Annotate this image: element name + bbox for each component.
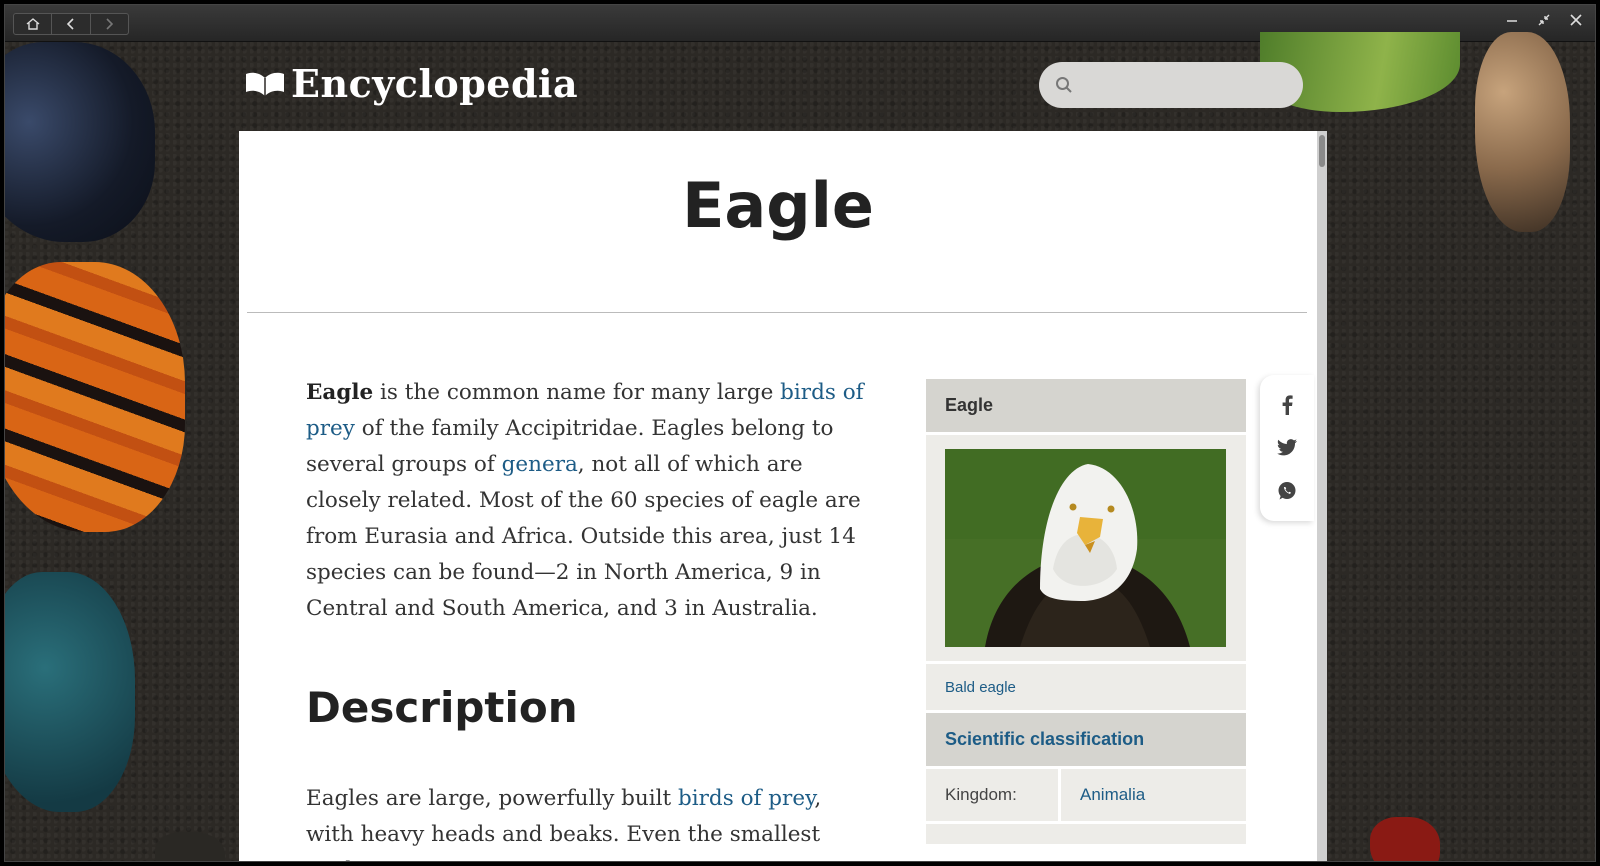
- back-button[interactable]: [52, 14, 91, 34]
- minimize-button[interactable]: [1505, 13, 1519, 31]
- share-whatsapp-button[interactable]: [1275, 479, 1299, 503]
- search-box[interactable]: [1039, 62, 1303, 108]
- lead-bold-term: Eagle: [306, 380, 374, 405]
- puzzle-piece-red: [1370, 817, 1440, 861]
- home-icon: [26, 18, 40, 30]
- infobox-image[interactable]: [945, 449, 1226, 647]
- bald-eagle-image: [945, 449, 1226, 647]
- lead-text-3: , not all of which are closely related. …: [306, 452, 861, 621]
- share-twitter-button[interactable]: [1275, 436, 1299, 460]
- close-icon: [1570, 14, 1582, 26]
- page-title: Eagle: [682, 169, 874, 242]
- puzzle-piece-teal: [5, 572, 135, 812]
- restore-button[interactable]: [1537, 13, 1551, 31]
- app-logo[interactable]: Encyclopedia: [245, 61, 578, 106]
- puzzle-piece-sponge: [1475, 32, 1570, 232]
- title-divider: [247, 312, 1307, 313]
- app-window: Encyclopedia Eagle Eagle is the common n…: [4, 4, 1596, 862]
- kingdom-value-link[interactable]: Animalia: [1061, 769, 1246, 821]
- share-facebook-button[interactable]: [1275, 393, 1299, 417]
- search-input[interactable]: [1083, 70, 1287, 102]
- open-book-icon: [246, 72, 284, 96]
- navigation-buttons: [13, 13, 129, 35]
- desc-text-1: Eagles are large, powerfully built: [306, 786, 679, 811]
- forward-button[interactable]: [91, 14, 128, 34]
- whatsapp-icon: [1278, 482, 1296, 500]
- section-heading-description: Description: [306, 683, 578, 732]
- image-caption-link[interactable]: Bald eagle: [945, 679, 1016, 696]
- infobox-title: Eagle: [926, 379, 1246, 435]
- home-button[interactable]: [14, 14, 53, 34]
- link-birds-of-prey-2[interactable]: birds of prey: [678, 786, 814, 811]
- share-bar: [1260, 375, 1314, 521]
- logo-text: Encyclopedia: [291, 61, 579, 106]
- restore-icon: [1538, 14, 1550, 26]
- puzzle-piece-tiger: [5, 262, 185, 532]
- chevron-left-icon: [66, 18, 74, 30]
- kingdom-label: Kingdom:: [926, 769, 1061, 821]
- infobox-row-kingdom: Kingdom: Animalia: [926, 769, 1246, 824]
- description-paragraph: Eagles are large, powerfully built birds…: [306, 781, 866, 861]
- window-controls: [1505, 13, 1583, 31]
- close-button[interactable]: [1569, 13, 1583, 31]
- infobox-image-container: [926, 435, 1246, 664]
- search-icon: [1056, 77, 1072, 93]
- lead-text-1: is the common name for many large: [373, 380, 781, 405]
- page-scrollbar[interactable]: [1317, 131, 1327, 861]
- facebook-icon: [1282, 395, 1293, 415]
- article-page: Eagle Eagle is the common name for many …: [239, 131, 1317, 861]
- infobox-row-next: [926, 824, 1246, 844]
- minimize-icon: [1507, 20, 1517, 22]
- puzzle-piece-dark: [155, 832, 225, 861]
- scrollbar-thumb[interactable]: [1319, 135, 1325, 167]
- link-genera[interactable]: genera: [502, 452, 578, 477]
- infobox: Eagle Bald eagle Scientific classificati…: [926, 379, 1246, 844]
- lead-paragraph: Eagle is the common name for many large …: [306, 375, 866, 627]
- infobox-caption[interactable]: Bald eagle: [926, 664, 1246, 713]
- infobox-classification-heading: Scientific classification: [926, 713, 1246, 769]
- puzzle-piece-space: [5, 42, 155, 242]
- twitter-icon: [1277, 439, 1297, 456]
- chevron-right-icon: [106, 18, 114, 30]
